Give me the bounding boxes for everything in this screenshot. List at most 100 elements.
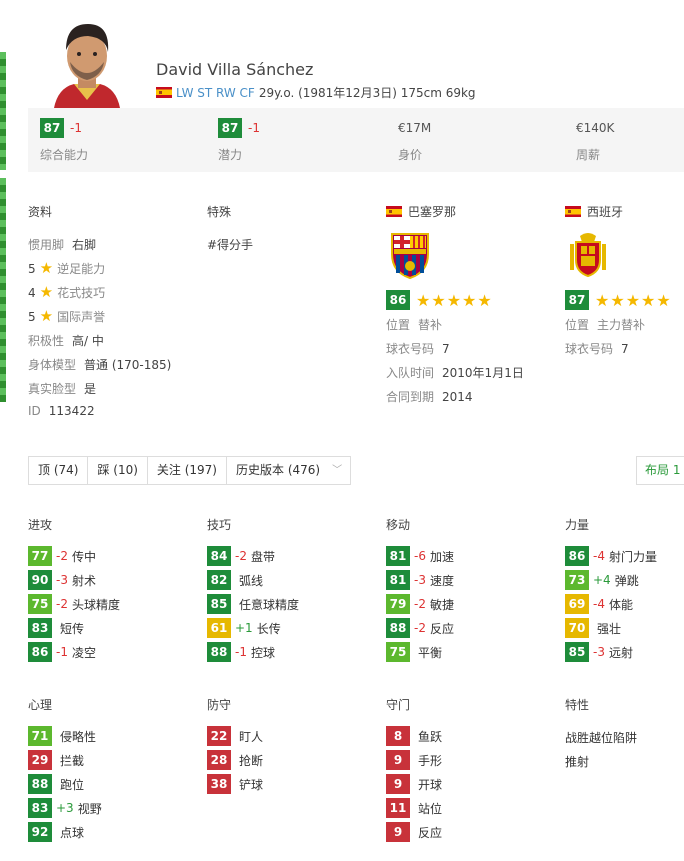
attribute-row: 71 侵略性	[28, 726, 96, 746]
attribute-row: 88 -2 反应	[386, 618, 454, 638]
attribute-row: 85 任意球精度	[207, 594, 299, 614]
real-face-value: 是	[84, 382, 97, 396]
work-rate: 积极性 高/ 中	[28, 332, 104, 349]
value-amount: €17M	[398, 121, 432, 135]
attribute-delta: -3	[414, 573, 426, 587]
attribute-value-badge: 22	[207, 726, 231, 746]
club-contract-label: 合同到期	[386, 390, 435, 404]
reputation-label: 国际声誉	[57, 310, 106, 324]
layout-button[interactable]: 布局 1	[636, 456, 684, 485]
barcelona-crest-icon[interactable]	[388, 232, 432, 280]
overall-delta: -1	[70, 121, 82, 135]
attribute-row: 90 -3 射术	[28, 570, 96, 590]
attribute-value-badge: 28	[207, 750, 231, 770]
attribute-row: 75 平衡	[386, 642, 442, 662]
power-title: 力量	[565, 518, 590, 532]
attribute-value-badge: 81	[386, 546, 410, 566]
body-type-value: 普通 (170-185)	[84, 358, 172, 372]
specialities-title: 特殊	[207, 205, 232, 219]
attribute-delta: -2	[235, 549, 247, 563]
attribute-value-badge: 81	[386, 570, 410, 590]
foot-value: 右脚	[72, 238, 97, 252]
national-kit-number: 球衣号码 7	[565, 340, 629, 357]
national-team-name[interactable]: 西班牙	[587, 203, 623, 220]
follow-button[interactable]: 关注 (197)	[148, 457, 227, 484]
work-rate-label: 积极性	[28, 334, 65, 348]
attribute-row: 75 -2 头球精度	[28, 594, 120, 614]
wage-amount: €140K	[576, 121, 615, 135]
attribute-name: 开球	[418, 777, 443, 792]
attribute-delta: +3	[56, 801, 74, 815]
attribute-value-badge: 9	[386, 822, 410, 842]
player-avatar	[44, 14, 130, 108]
attribute-name: 射术	[71, 573, 96, 588]
id-label: ID	[28, 404, 41, 418]
chevron-down-icon: ﹀	[332, 465, 343, 476]
attribute-delta: -3	[56, 573, 68, 587]
club-rating: 86 ★★★★★	[386, 290, 493, 310]
value-label: 身价	[398, 148, 423, 162]
attribute-value-badge: 9	[386, 750, 410, 770]
attribute-row: 69 -4 体能	[565, 594, 633, 614]
attribute-value-badge: 11	[386, 798, 410, 818]
history-version-select[interactable]: 历史版本 (476) ﹀	[227, 457, 350, 484]
club-kit-label: 球衣号码	[386, 342, 435, 356]
attribute-name: 远射	[608, 645, 633, 660]
spain-flag-icon	[386, 206, 402, 217]
attribute-delta: -2	[56, 549, 68, 563]
attribute-value-badge: 92	[28, 822, 52, 842]
attribute-value-badge: 83	[28, 618, 52, 638]
potential-delta: -1	[248, 121, 260, 135]
spain-crest-icon[interactable]	[568, 232, 608, 278]
attribute-delta: +4	[593, 573, 611, 587]
attribute-row: 22 盯人	[207, 726, 263, 746]
history-version-label: 历史版本 (476)	[236, 463, 321, 477]
trait-item[interactable]: 推射	[565, 753, 589, 770]
attribute-row: 28 抢断	[207, 750, 263, 770]
attribute-delta: -1	[56, 645, 68, 659]
player-id: ID 113422	[28, 404, 95, 418]
attribute-value-badge: 8	[386, 726, 410, 746]
club-position-value: 替补	[418, 318, 443, 332]
club-position: 位置 替补	[386, 316, 450, 333]
national-kit-value: 7	[621, 341, 629, 356]
attribute-delta: +1	[235, 621, 253, 635]
reputation-value: 5	[28, 309, 36, 324]
speciality-tag[interactable]: #得分手	[207, 236, 253, 253]
attribute-row: 11 站位	[386, 798, 442, 818]
national-rating-badge: 87	[565, 290, 589, 310]
club-name[interactable]: 巴塞罗那	[408, 203, 456, 220]
national-rating: 87 ★★★★★	[565, 290, 672, 310]
club-position-label: 位置	[386, 318, 411, 332]
club-stars-icon: ★★★★★	[416, 290, 493, 310]
club-contract: 合同到期 2014	[386, 388, 473, 405]
attribute-row: 70 强壮	[565, 618, 621, 638]
attribute-value-badge: 84	[207, 546, 231, 566]
defending-title: 防守	[207, 698, 232, 712]
summary-bar: 87 -1 综合能力 87 -1 潜力 €17M 身价 €140K 周薪	[28, 108, 684, 172]
attribute-name: 抢断	[239, 753, 264, 768]
market-value: €17M 身价	[398, 118, 431, 163]
attribute-value-badge: 75	[28, 594, 52, 614]
club-header: 巴塞罗那	[386, 203, 456, 220]
trait-item[interactable]: 战胜越位陷阱	[565, 729, 637, 746]
dislike-button[interactable]: 踩 (10)	[88, 457, 148, 484]
attribute-value-badge: 77	[28, 546, 52, 566]
attribute-delta: -2	[414, 597, 426, 611]
club-contract-value: 2014	[442, 389, 473, 404]
skill-title: 技巧	[207, 518, 232, 532]
body-type-label: 身体模型	[28, 358, 77, 372]
like-button[interactable]: 顶 (74)	[29, 457, 89, 484]
player-positions[interactable]: LW ST RW CF	[176, 86, 255, 100]
star-icon: ★	[39, 283, 54, 301]
attribute-value-badge: 79	[386, 594, 410, 614]
attribute-name: 盘带	[250, 549, 275, 564]
club-joined-label: 入队时间	[386, 366, 435, 380]
spain-flag-icon	[156, 87, 172, 98]
attribute-value-badge: 88	[207, 642, 231, 662]
attribute-value-badge: 86	[28, 642, 52, 662]
attribute-value-badge: 73	[565, 570, 589, 590]
attribute-value-badge: 70	[565, 618, 589, 638]
left-decor-bar	[0, 52, 6, 170]
left-decor-bar	[0, 178, 6, 402]
